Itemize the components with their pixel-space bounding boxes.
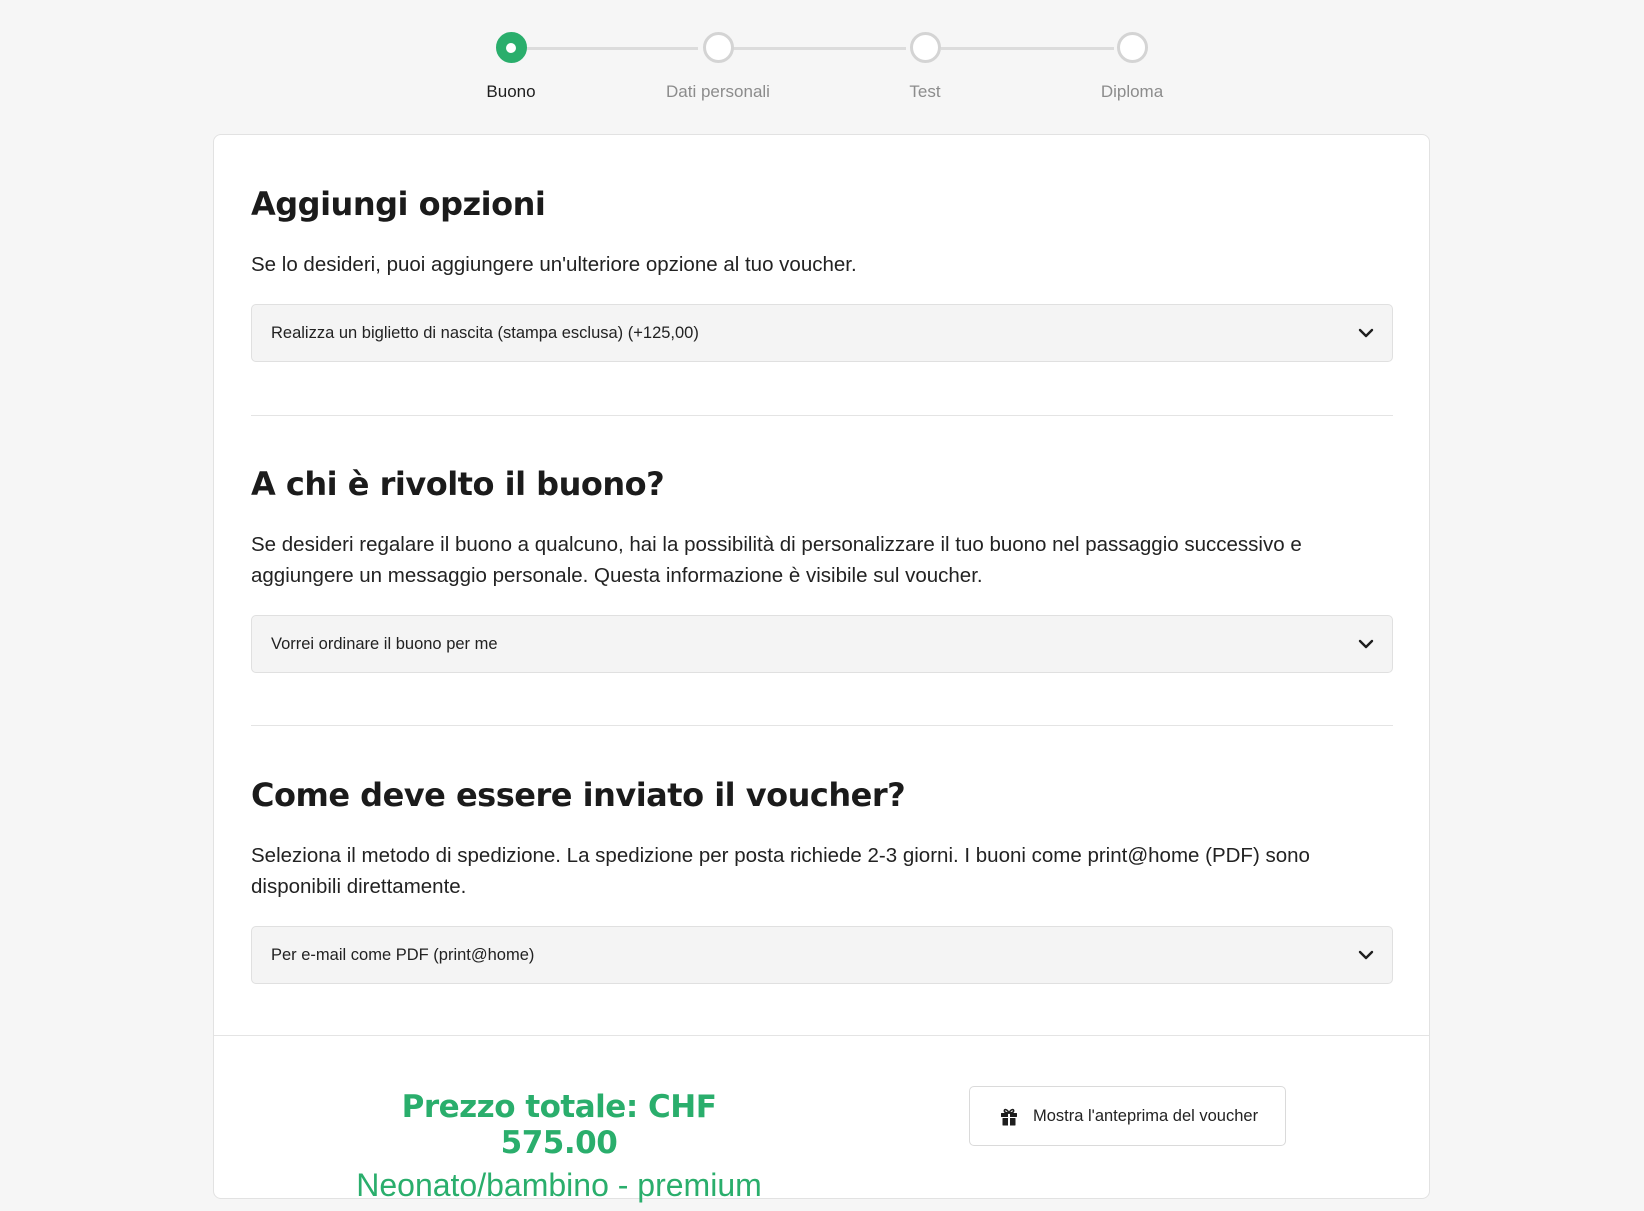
delivery-description: Seleziona il metodo di spedizione. La sp…	[251, 844, 1310, 898]
preview-voucher-button[interactable]: Mostra l'anteprima del voucher	[969, 1086, 1286, 1146]
step-diploma: Diploma	[1022, 32, 1242, 102]
step-indicator	[702, 32, 734, 63]
step-indicator-active	[495, 32, 527, 63]
step-indicator	[909, 32, 941, 63]
chevron-down-icon	[1358, 328, 1374, 338]
price-summary: Prezzo totale: CHF 575.00 Neonato/bambin…	[354, 1089, 764, 1204]
step-label: Buono	[486, 82, 536, 101]
product-name: Neonato/bambino - premium	[356, 1167, 762, 1203]
step-label: Diploma	[1100, 82, 1164, 101]
section-divider	[251, 725, 1393, 726]
delivery-selected-value: Per e-mail come PDF (print@home)	[271, 945, 535, 964]
footer-divider	[214, 1035, 1429, 1036]
progress-stepper: Buono Dati personali Test Diploma	[0, 0, 1644, 130]
delivery-select[interactable]: Per e-mail come PDF (print@home)	[251, 926, 1393, 984]
recipient-select[interactable]: Vorrei ordinare il buono per me	[251, 615, 1393, 673]
recipient-selected-value: Vorrei ordinare il buono per me	[271, 634, 498, 653]
voucher-form-card: Aggiungi opzioni Se lo desideri, puoi ag…	[213, 134, 1430, 1203]
recipient-heading: A chi è rivolto il buono?	[251, 465, 665, 503]
delivery-section: Come deve essere inviato il voucher? Sel…	[251, 776, 1393, 984]
options-heading: Aggiungi opzioni	[251, 185, 546, 223]
step-indicator	[1116, 32, 1148, 63]
chevron-down-icon	[1358, 639, 1374, 649]
section-divider	[251, 415, 1393, 416]
options-selected-value: Realizza un biglietto di nascita (stampa…	[271, 323, 699, 342]
step-buono[interactable]: Buono	[401, 32, 621, 102]
preview-button-label: Mostra l'anteprima del voucher	[1033, 1106, 1259, 1125]
recipient-section: A chi è rivolto il buono? Se desideri re…	[251, 465, 1393, 673]
total-price: Prezzo totale: CHF 575.00	[401, 1089, 717, 1161]
gift-icon	[1001, 1108, 1017, 1125]
step-label: Dati personali	[666, 82, 770, 101]
step-dati-personali: Dati personali	[608, 32, 828, 102]
chevron-down-icon	[1358, 950, 1374, 960]
step-label: Test	[909, 82, 941, 101]
options-description: Se lo desideri, puoi aggiungere un'ulter…	[251, 253, 857, 276]
options-section: Aggiungi opzioni Se lo desideri, puoi ag…	[251, 185, 1393, 362]
step-test: Test	[815, 32, 1035, 102]
recipient-description: Se desideri regalare il buono a qualcuno…	[251, 533, 1302, 587]
options-select[interactable]: Realizza un biglietto di nascita (stampa…	[251, 304, 1393, 362]
delivery-heading: Come deve essere inviato il voucher?	[251, 776, 906, 814]
